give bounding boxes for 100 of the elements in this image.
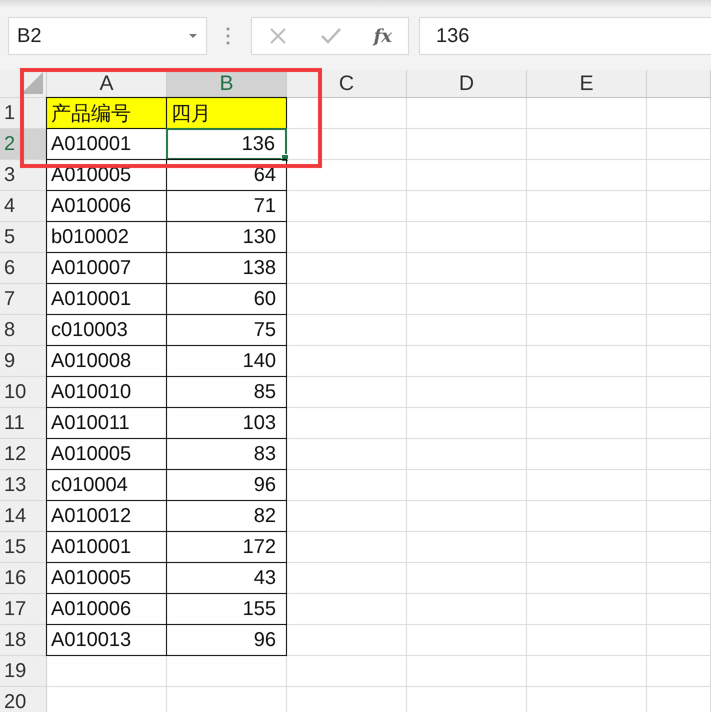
- empty-cell[interactable]: [287, 532, 407, 563]
- row-header[interactable]: 6: [0, 253, 47, 284]
- empty-cell[interactable]: [287, 501, 407, 532]
- empty-cell[interactable]: [287, 594, 407, 625]
- empty-cell[interactable]: [287, 470, 407, 501]
- empty-cell[interactable]: [527, 253, 647, 284]
- empty-cell[interactable]: [407, 656, 527, 687]
- empty-cell[interactable]: [527, 377, 647, 408]
- row-header[interactable]: 15: [0, 532, 47, 563]
- empty-cell[interactable]: [407, 408, 527, 439]
- empty-cell[interactable]: [407, 501, 527, 532]
- empty-cell[interactable]: [647, 563, 711, 594]
- empty-cell[interactable]: [647, 98, 711, 129]
- empty-cell[interactable]: [407, 98, 527, 129]
- empty-cell[interactable]: [647, 656, 711, 687]
- empty-cell[interactable]: [527, 98, 647, 129]
- empty-cell[interactable]: [647, 501, 711, 532]
- empty-cell[interactable]: [527, 594, 647, 625]
- empty-cell[interactable]: [287, 160, 407, 191]
- name-box[interactable]: B2: [8, 17, 207, 55]
- empty-cell[interactable]: [407, 315, 527, 346]
- empty-cell[interactable]: [647, 222, 711, 253]
- empty-cell[interactable]: [407, 191, 527, 222]
- empty-cell[interactable]: [527, 408, 647, 439]
- empty-cell[interactable]: [407, 284, 527, 315]
- empty-cell[interactable]: [287, 625, 407, 656]
- row-header[interactable]: 7: [0, 284, 47, 315]
- row-header[interactable]: 12: [0, 439, 47, 470]
- column-header[interactable]: D: [407, 70, 527, 98]
- empty-cell[interactable]: [647, 377, 711, 408]
- empty-cell[interactable]: [407, 377, 527, 408]
- empty-cell[interactable]: [527, 625, 647, 656]
- check-icon[interactable]: [320, 27, 342, 45]
- empty-cell[interactable]: [287, 284, 407, 315]
- empty-cell[interactable]: [407, 222, 527, 253]
- cancel-icon[interactable]: [268, 26, 288, 46]
- empty-cell[interactable]: [407, 532, 527, 563]
- empty-cell[interactable]: [287, 129, 407, 160]
- empty-cell[interactable]: [407, 594, 527, 625]
- empty-cell[interactable]: [527, 222, 647, 253]
- empty-cell[interactable]: [407, 625, 527, 656]
- row-header[interactable]: 18: [0, 625, 47, 656]
- empty-cell[interactable]: [527, 563, 647, 594]
- empty-cell[interactable]: [647, 408, 711, 439]
- empty-cell[interactable]: [527, 315, 647, 346]
- empty-cell[interactable]: [287, 191, 407, 222]
- row-header[interactable]: 20: [0, 687, 47, 712]
- empty-cell[interactable]: [527, 191, 647, 222]
- column-header[interactable]: C: [287, 70, 407, 98]
- empty-cell[interactable]: [647, 346, 711, 377]
- empty-cell[interactable]: [407, 563, 527, 594]
- empty-cell[interactable]: [407, 129, 527, 160]
- empty-cell[interactable]: [527, 532, 647, 563]
- empty-cell[interactable]: [287, 656, 407, 687]
- empty-cell[interactable]: [287, 346, 407, 377]
- row-header[interactable]: 5: [0, 222, 47, 253]
- column-header[interactable]: E: [527, 70, 647, 98]
- empty-cell[interactable]: [167, 656, 287, 687]
- empty-cell[interactable]: [647, 160, 711, 191]
- row-header[interactable]: 8: [0, 315, 47, 346]
- empty-cell[interactable]: [647, 594, 711, 625]
- empty-cell[interactable]: [407, 160, 527, 191]
- empty-cell[interactable]: [527, 160, 647, 191]
- empty-cell[interactable]: [647, 191, 711, 222]
- empty-cell[interactable]: [287, 315, 407, 346]
- empty-cell[interactable]: [527, 656, 647, 687]
- row-header[interactable]: 17: [0, 594, 47, 625]
- row-header[interactable]: 4: [0, 191, 47, 222]
- empty-cell[interactable]: [647, 315, 711, 346]
- formula-input[interactable]: 136: [419, 17, 711, 55]
- empty-cell[interactable]: [407, 346, 527, 377]
- row-header[interactable]: 3: [0, 160, 47, 191]
- column-header[interactable]: [647, 70, 711, 98]
- row-header[interactable]: 13: [0, 470, 47, 501]
- empty-cell[interactable]: [287, 222, 407, 253]
- drag-handle-icon[interactable]: [226, 27, 230, 45]
- empty-cell[interactable]: [407, 253, 527, 284]
- row-header[interactable]: 9: [0, 346, 47, 377]
- row-header[interactable]: 10: [0, 377, 47, 408]
- empty-cell[interactable]: [527, 284, 647, 315]
- empty-cell[interactable]: [287, 563, 407, 594]
- empty-cell[interactable]: [647, 253, 711, 284]
- empty-cell[interactable]: [287, 408, 407, 439]
- empty-cell[interactable]: [527, 470, 647, 501]
- empty-cell[interactable]: [407, 439, 527, 470]
- row-header[interactable]: 16: [0, 563, 47, 594]
- empty-cell[interactable]: [647, 470, 711, 501]
- empty-cell[interactable]: [287, 439, 407, 470]
- empty-cell[interactable]: [647, 625, 711, 656]
- empty-cell[interactable]: [527, 501, 647, 532]
- row-header[interactable]: 19: [0, 656, 47, 687]
- empty-cell[interactable]: [527, 439, 647, 470]
- row-header[interactable]: 14: [0, 501, 47, 532]
- empty-cell[interactable]: [647, 439, 711, 470]
- empty-cell[interactable]: [287, 253, 407, 284]
- empty-cell[interactable]: [287, 377, 407, 408]
- insert-function-button[interactable]: fx: [374, 26, 392, 46]
- empty-cell[interactable]: [527, 129, 647, 160]
- empty-cell[interactable]: [647, 532, 711, 563]
- empty-cell[interactable]: [407, 470, 527, 501]
